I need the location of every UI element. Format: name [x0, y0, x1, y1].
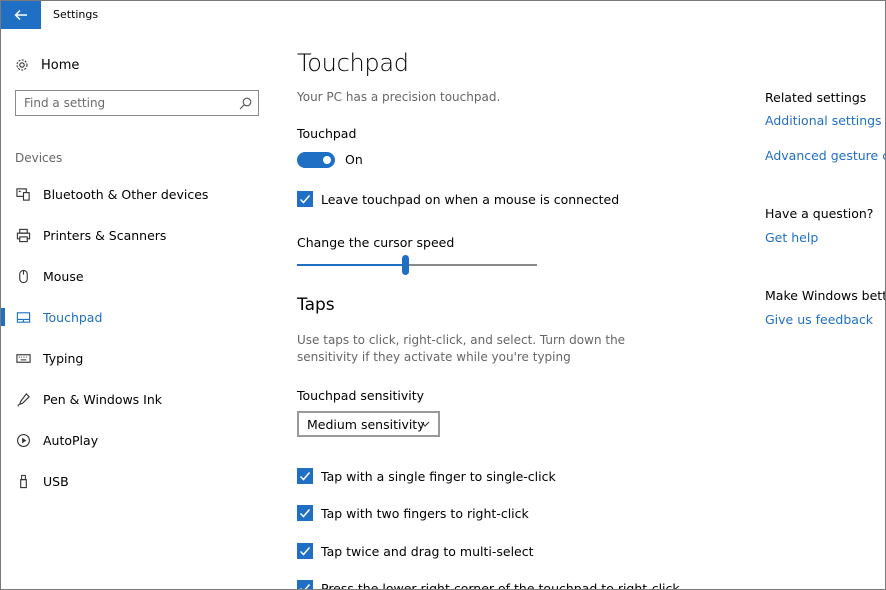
back-button[interactable]: [1, 1, 41, 29]
dropdown-value: Medium sensitivity: [307, 416, 425, 432]
leave-on-checkbox-row[interactable]: Leave touchpad on when a mouse is connec…: [297, 190, 619, 208]
sidebar-item-label: USB: [43, 473, 69, 489]
checkbox-label: Tap twice and drag to multi-select: [321, 543, 534, 559]
printer-icon: [15, 227, 31, 243]
checkmark-icon: [299, 195, 311, 204]
feedback-heading: Make Windows bette: [765, 288, 886, 303]
related-panel: Related settings Additional settings Adv…: [765, 29, 886, 589]
touchpad-icon: [15, 309, 31, 325]
sidebar-item-label: Typing: [43, 350, 84, 366]
main-content: Touchpad Your PC has a precision touchpa…: [297, 29, 737, 589]
tap-two-fingers-checkbox-row[interactable]: Tap with two fingers to right-click: [297, 504, 529, 522]
sensitivity-label: Touchpad sensitivity: [297, 388, 425, 403]
sidebar-item-touchpad[interactable]: Touchpad: [1, 302, 279, 332]
taps-description: Use taps to click, right-click, and sele…: [297, 333, 626, 364]
cursor-speed-label: Change the cursor speed: [297, 235, 455, 250]
sensitivity-dropdown[interactable]: Medium sensitivity: [297, 411, 440, 437]
checkbox-label: Press the lower right corner of the touc…: [321, 580, 680, 590]
cursor-speed-slider[interactable]: [297, 255, 537, 275]
devices-section-heading: Devices: [15, 151, 63, 165]
home-label: Home: [41, 57, 80, 73]
checkmark-icon: [300, 584, 311, 589]
search-input[interactable]: [16, 95, 236, 111]
question-heading: Have a question?: [765, 206, 874, 221]
get-help-link[interactable]: Get help: [765, 230, 818, 245]
tap-single-checkbox[interactable]: [297, 468, 313, 484]
keyboard-icon: [15, 350, 31, 366]
sidebar-item-autoplay[interactable]: AutoPlay: [1, 425, 279, 455]
settings-window: Settings Home Devices Bluetooth & Other …: [0, 0, 886, 590]
pen-icon: [15, 391, 31, 407]
sidebar-item-bluetooth[interactable]: Bluetooth & Other devices: [1, 179, 279, 209]
advanced-gesture-link[interactable]: Advanced gesture co: [765, 148, 885, 163]
touchpad-toggle-label: Touchpad: [297, 126, 357, 141]
gear-icon: [15, 58, 29, 72]
give-feedback-link[interactable]: Give us feedback: [765, 312, 873, 327]
checkbox-label: Tap with two fingers to right-click: [321, 505, 529, 521]
search-box[interactable]: [15, 90, 259, 116]
sidebar-item-mouse[interactable]: Mouse: [1, 261, 279, 291]
additional-settings-link[interactable]: Additional settings: [765, 113, 882, 128]
mouse-icon: [15, 268, 31, 284]
related-settings-heading: Related settings: [765, 90, 867, 105]
lower-right-corner-checkbox-row[interactable]: Press the lower right corner of the touc…: [297, 579, 680, 590]
sidebar-item-label: Printers & Scanners: [43, 227, 167, 243]
lower-right-corner-checkbox[interactable]: [297, 580, 313, 589]
leave-on-checkbox[interactable]: [297, 191, 313, 207]
checkmark-icon: [299, 509, 311, 518]
title-bar: Settings: [1, 1, 885, 29]
touchpad-toggle[interactable]: [297, 152, 335, 168]
sidebar-item-label: Touchpad: [43, 309, 103, 325]
sidebar-item-pen[interactable]: Pen & Windows Ink: [1, 384, 279, 414]
window-title: Settings: [53, 8, 99, 21]
sidebar-item-label: Bluetooth & Other devices: [43, 186, 209, 202]
tap-single-checkbox-row[interactable]: Tap with a single finger to single-click: [297, 467, 556, 485]
bluetooth-devices-icon: [15, 186, 31, 202]
tap-twice-drag-checkbox-row[interactable]: Tap twice and drag to multi-select: [297, 542, 534, 560]
checkbox-label: Leave touchpad on when a mouse is connec…: [321, 191, 620, 207]
home-nav[interactable]: Home: [15, 55, 79, 75]
toggle-state-label: On: [345, 152, 363, 167]
checkmark-icon: [299, 547, 311, 556]
sidebar: Home Devices Bluetooth & Other devices P…: [1, 29, 279, 589]
back-arrow-icon: [14, 10, 27, 20]
usb-icon: [15, 473, 31, 489]
autoplay-icon: [15, 432, 31, 448]
sidebar-item-label: AutoPlay: [43, 432, 99, 448]
sidebar-item-usb[interactable]: USB: [1, 466, 279, 496]
sidebar-item-label: Pen & Windows Ink: [43, 391, 163, 407]
sidebar-item-printers[interactable]: Printers & Scanners: [1, 220, 279, 250]
sidebar-item-typing[interactable]: Typing: [1, 343, 279, 373]
sidebar-item-label: Mouse: [43, 268, 84, 284]
page-title: Touchpad: [297, 49, 409, 77]
taps-heading: Taps: [297, 295, 335, 315]
page-subtitle: Your PC has a precision touchpad.: [297, 90, 501, 104]
tap-two-fingers-checkbox[interactable]: [297, 505, 313, 521]
chevron-down-icon: [420, 421, 430, 427]
slider-fill: [297, 264, 405, 266]
slider-thumb[interactable]: [402, 255, 409, 275]
checkmark-icon: [299, 472, 311, 481]
search-icon[interactable]: [239, 97, 252, 110]
checkbox-label: Tap with a single finger to single-click: [321, 468, 556, 484]
tap-twice-drag-checkbox[interactable]: [297, 543, 313, 559]
